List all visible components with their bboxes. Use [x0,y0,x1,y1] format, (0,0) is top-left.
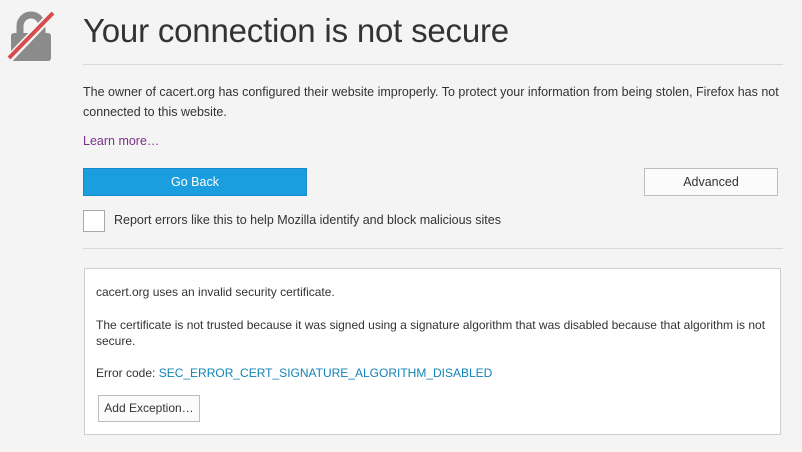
advanced-details-panel: cacert.org uses an invalid security cert… [84,268,781,435]
report-errors-label: Report errors like this to help Mozilla … [114,213,501,227]
title-divider [83,64,783,65]
certificate-reason-text: The certificate is not trusted because i… [96,318,766,348]
error-code-line: Error code: SEC_ERROR_CERT_SIGNATURE_ALG… [96,366,492,380]
go-back-button[interactable]: Go Back [83,168,307,196]
error-description: The owner of cacert.org has configured t… [83,85,779,119]
error-code-link[interactable]: SEC_ERROR_CERT_SIGNATURE_ALGORITHM_DISAB… [159,366,493,380]
page-title: Your connection is not secure [83,12,509,49]
error-code-prefix: Error code: [96,366,159,380]
invalid-certificate-text: cacert.org uses an invalid security cert… [96,285,335,299]
learn-more-link[interactable]: Learn more… [83,134,159,148]
broken-lock-icon [6,11,55,62]
insecure-connection-page: Your connection is not secure The owner … [0,0,802,452]
report-errors-checkbox[interactable] [83,210,105,232]
section-divider [83,248,783,249]
advanced-button[interactable]: Advanced [644,168,778,196]
add-exception-button[interactable]: Add Exception… [98,395,200,422]
